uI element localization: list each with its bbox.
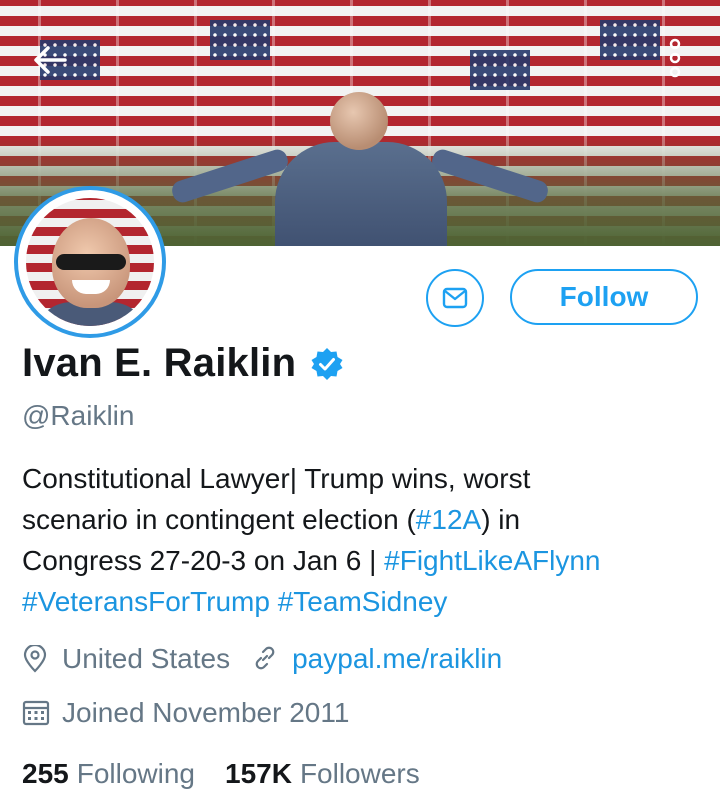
avatar-sunglasses: [56, 254, 126, 270]
back-button[interactable]: [30, 40, 70, 80]
bio-line: scenario in contingent election (#12A) i…: [22, 499, 702, 540]
bio-text: scenario in contingent election (: [22, 504, 416, 535]
website-link[interactable]: paypal.me/raiklin: [292, 643, 502, 675]
location-text: United States: [62, 643, 231, 674]
bio-line: Congress 27-20-3 on Jan 6 | #FightLikeAF…: [22, 540, 702, 581]
link-icon: [252, 645, 280, 673]
bio-line: #VeteransForTrump #TeamSidney: [22, 581, 702, 622]
more-vertical-icon: [669, 38, 681, 78]
banner-person-body: [275, 142, 447, 246]
following-count: 255: [22, 758, 69, 789]
follow-button[interactable]: Follow: [510, 269, 698, 325]
bio-text: ) in: [481, 504, 521, 535]
flag-canton: [210, 20, 270, 60]
following-label: Following: [76, 758, 195, 789]
hashtag-link[interactable]: #FightLikeAFlynn: [384, 545, 600, 576]
banner-person-arm: [429, 146, 551, 206]
calendar-icon: [22, 699, 50, 727]
bio-text: Congress 27-20-3 on Jan 6 |: [22, 545, 385, 576]
hashtag-link[interactable]: #TeamSidney: [278, 586, 448, 617]
display-name: Ivan E. Raiklin: [22, 341, 297, 385]
profile-meta-joined-row: Joined November 2011: [22, 697, 349, 729]
followers-stat[interactable]: 157K Followers: [225, 758, 420, 790]
verified-badge-icon: [310, 347, 344, 381]
followers-label: Followers: [299, 758, 420, 789]
profile-name-row: Ivan E. Raiklin: [22, 341, 344, 386]
bio-text: Constitutional Lawyer| Trump wins, worst: [22, 463, 531, 494]
bio-line: Constitutional Lawyer| Trump wins, worst: [22, 458, 702, 499]
profile-stats: 255 Following 157K Followers: [22, 758, 450, 790]
flag-canton: [600, 20, 660, 60]
location-pin-icon: [22, 645, 50, 673]
hashtag-link[interactable]: #12A: [416, 504, 481, 535]
arrow-left-icon: [34, 46, 67, 74]
followers-count: 157K: [225, 758, 292, 789]
joined-text: Joined November 2011: [62, 697, 350, 728]
profile-meta-location-row: United States paypal.me/raiklin: [22, 643, 502, 675]
mail-icon: [442, 287, 468, 309]
banner-person-arm: [169, 146, 291, 206]
profile-bio: Constitutional Lawyer| Trump wins, worst…: [22, 458, 702, 622]
profile-avatar[interactable]: [14, 186, 166, 338]
following-stat[interactable]: 255 Following: [22, 758, 195, 790]
flag-canton: [470, 50, 530, 90]
avatar-photo: [26, 198, 154, 326]
more-options-button[interactable]: [662, 36, 688, 80]
profile-handle: @Raiklin: [22, 400, 135, 431]
banner-person-head: [330, 92, 388, 150]
message-button[interactable]: [426, 269, 484, 327]
hashtag-link[interactable]: #VeteransForTrump: [22, 586, 270, 617]
